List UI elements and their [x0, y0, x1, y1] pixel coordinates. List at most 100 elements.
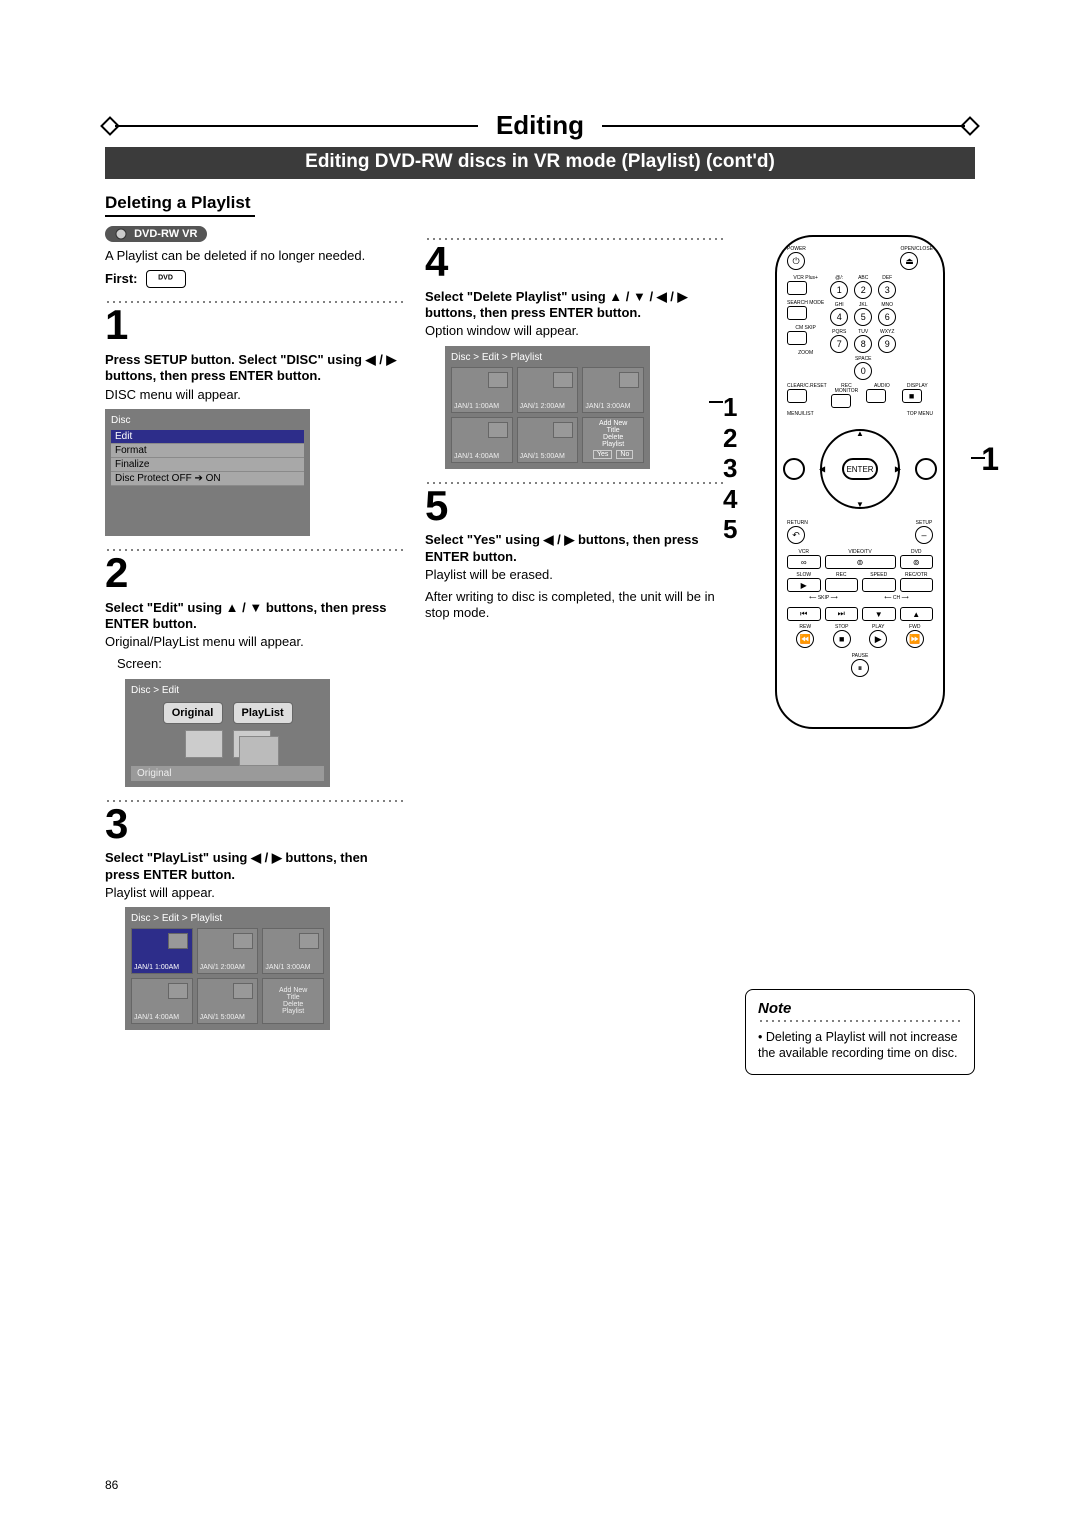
thumb-icon [488, 372, 508, 388]
recmon-button-icon [831, 394, 851, 408]
dvd-button-icon: ⊚ [900, 555, 934, 569]
diamond-left-icon [100, 116, 120, 136]
no-option: No [616, 450, 633, 459]
num-6-button: 6 [878, 308, 896, 326]
note-title: Note [758, 1000, 962, 1017]
num-9-button: 9 [878, 335, 896, 353]
edit-tab-original: Original [163, 702, 223, 724]
step-4-body: Option window will appear. [425, 323, 723, 339]
remote-body: POWER⏻ OPEN/CLOSE⏏ VCR Plus+ SEARCH MODE… [775, 235, 945, 729]
column-left: DVD-RW VR A Playlist can be deleted if n… [105, 225, 403, 1075]
playlist-cell: JAN/1 3:00AM [582, 367, 644, 413]
yes-option: Yes [593, 450, 612, 459]
vcrplus-button-icon [787, 281, 807, 295]
step-3-body: Playlist will appear. [105, 885, 403, 901]
setup-label: SETUP [915, 521, 933, 526]
playlist-cell-options: Add New Title Delete Playlist [262, 978, 324, 1024]
power-label: POWER [787, 247, 806, 252]
num-1-button: 1 [830, 281, 848, 299]
rule-right [602, 125, 965, 127]
edit-illustration-single [185, 730, 223, 758]
playlist-cell: JAN/1 2:00AM [197, 928, 259, 974]
num-7-button: 7 [830, 335, 848, 353]
disc-menu-item: Format [111, 444, 304, 458]
heading-rule [105, 215, 255, 217]
skip-next-button-icon: ⏭ [825, 607, 859, 621]
step-2-body: Original/PlayList menu will appear. [105, 634, 403, 650]
playlist-menu-screenshot-2: Disc > Edit > Playlist JAN/1 1:00AM JAN/… [445, 346, 650, 469]
ch-up-button-icon: ▲ [900, 607, 934, 621]
page-title: Editing [478, 110, 602, 141]
edit-illustration-multi [233, 730, 271, 758]
recotr-button-icon [900, 578, 934, 592]
index-4: 4 [723, 485, 737, 514]
callout-line-left [709, 401, 723, 403]
column-right: 1 2 3 4 5 1 POWER⏻ OPEN/CLOSE⏏ [745, 225, 975, 1075]
fwd-button-icon: ⏩ [906, 630, 924, 648]
note-separator [758, 1019, 962, 1023]
play-button-icon: ▶ [869, 630, 887, 648]
return-button-icon: ↶ [787, 526, 805, 544]
index-2: 2 [723, 424, 737, 453]
step-3-number: 3 [105, 805, 403, 843]
num-3-button: 3 [878, 281, 896, 299]
pause-button-icon: ⏸ [851, 659, 869, 677]
thumb-icon [233, 983, 253, 999]
callout-number-right: 1 [981, 441, 999, 478]
dvdrw-vr-badge-icon: DVD-RW VR [105, 226, 207, 242]
dotted-separator [105, 799, 403, 803]
thumb-icon [168, 983, 188, 999]
topmenu-label: TOP MENU [907, 412, 933, 417]
power-button-icon: ⏻ [787, 252, 805, 270]
num-0-button: 0 [854, 362, 872, 380]
disc-menu-screenshot: Disc Edit Format Finalize Disc Protect O… [105, 409, 310, 536]
right-arrow-icon: ▶ [895, 465, 901, 474]
step-4-heading: Select "Delete Playlist" using ▲ / ▼ / ◀… [425, 289, 723, 322]
edit-menu-breadcrumb: Disc > Edit [131, 685, 324, 696]
section-heading: Deleting a Playlist [105, 193, 975, 213]
open-label: OPEN/CLOSE [900, 247, 933, 252]
playlist-cell: JAN/1 4:00AM [451, 417, 513, 463]
playlist-breadcrumb: Disc > Edit > Playlist [451, 352, 644, 363]
num-4-button: 4 [830, 308, 848, 326]
disc-menu-blank [111, 486, 304, 530]
menulist-button-icon [783, 458, 805, 480]
dotted-separator [425, 237, 723, 241]
num-8-button: 8 [854, 335, 872, 353]
playlist-cell: JAN/1 4:00AM [131, 978, 193, 1024]
step-3-heading: Select "PlayList" using ◀ / ▶ buttons, t… [105, 850, 403, 883]
playlist-cell: JAN/1 2:00AM [517, 367, 579, 413]
column-middle: 4 Select "Delete Playlist" using ▲ / ▼ /… [425, 225, 723, 1075]
disc-menu-item: Disc Protect OFF ➔ ON [111, 472, 304, 486]
page-root: Editing Editing DVD-RW discs in VR mode … [0, 0, 1080, 1528]
audio-button-icon [866, 389, 886, 403]
index-1: 1 [723, 393, 737, 422]
videotv-button-icon: ⊚ [825, 555, 896, 569]
disc-menu-item: Edit [111, 430, 304, 444]
note-body: • Deleting a Playlist will not increase … [758, 1029, 962, 1062]
vcr-button-icon: ∞ [787, 555, 821, 569]
step-5-body-2: After writing to disc is completed, the … [425, 589, 723, 622]
dotted-separator [105, 548, 403, 552]
note-box: Note • Deleting a Playlist will not incr… [745, 989, 975, 1075]
step-2-screen-label: Screen: [105, 656, 403, 672]
setup-button-icon: – [915, 526, 933, 544]
stop-button-icon: ■ [833, 630, 851, 648]
disc-menu-breadcrumb: Disc [111, 415, 304, 426]
zoom-label: ZOOM [787, 351, 824, 356]
title-banner: Editing Editing DVD-RW discs in VR mode … [105, 110, 975, 179]
playlist-cell: JAN/1 1:00AM [451, 367, 513, 413]
content-columns: DVD-RW VR A Playlist can be deleted if n… [105, 225, 975, 1075]
disc-menu-item: Finalize [111, 458, 304, 472]
eject-button-icon: ⏏ [900, 252, 918, 270]
playlist-breadcrumb: Disc > Edit > Playlist [131, 913, 324, 924]
speed-button-icon [862, 578, 896, 592]
thumb-icon [168, 933, 188, 949]
step-2-heading: Select "Edit" using ▲ / ▼ buttons, then … [105, 600, 403, 633]
playlist-menu-screenshot-1: Disc > Edit > Playlist JAN/1 1:00AM JAN/… [125, 907, 330, 1030]
playlist-cell: JAN/1 5:00AM [197, 978, 259, 1024]
remote-illustration: 1 2 3 4 5 1 POWER⏻ OPEN/CLOSE⏏ [745, 225, 975, 729]
step-1-number: 1 [105, 306, 403, 344]
cmskip-button-icon [787, 331, 807, 345]
edit-tab-playlist: PlayList [233, 702, 293, 724]
